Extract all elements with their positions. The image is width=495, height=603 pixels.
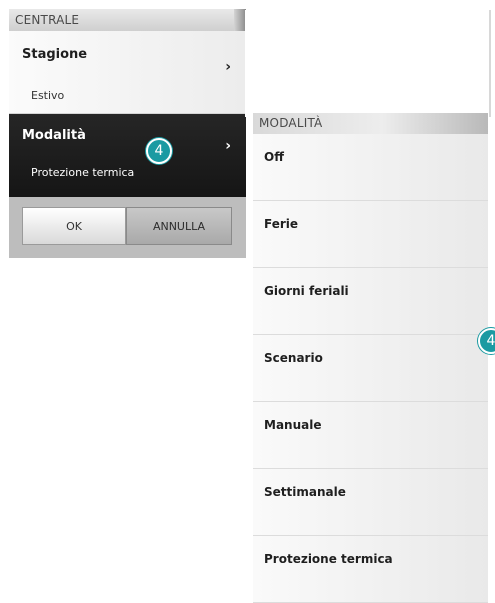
option-label: Giorni feriali (264, 284, 349, 298)
centrale-panel: CENTRALE Stagione › Estivo Modalità › Pr… (9, 9, 246, 258)
option-label: Scenario (264, 351, 323, 365)
chevron-right-icon: › (225, 59, 231, 75)
panel-header: MODALITÀ (253, 113, 488, 134)
option-label: Off (264, 150, 284, 164)
ok-button[interactable]: OK (22, 207, 126, 245)
option-label: Ferie (264, 217, 299, 231)
season-title: Stagione (22, 47, 88, 62)
option-label: Settimanale (264, 485, 346, 499)
season-value: Estivo (31, 89, 65, 102)
option-settimanale[interactable]: Settimanale (253, 469, 488, 536)
option-off[interactable]: Off (253, 134, 488, 201)
option-label: Manuale (264, 418, 322, 432)
modalita-panel: MODALITÀ Off Ferie Giorni feriali Scenar… (253, 113, 488, 603)
callout-badge: 4 (146, 138, 172, 164)
mode-title: Modalità (22, 128, 86, 143)
panel-frame (245, 10, 491, 117)
button-bar: OK ANNULLA (9, 197, 246, 258)
mode-value: Protezione termica (31, 166, 135, 179)
option-ferie[interactable]: Ferie (253, 201, 488, 268)
cancel-button[interactable]: ANNULLA (126, 207, 232, 245)
option-manuale[interactable]: Manuale (253, 402, 488, 469)
option-scenario[interactable]: Scenario (253, 335, 488, 402)
panel-header: CENTRALE (9, 9, 246, 31)
mode-row[interactable]: Modalità › Protezione termica (9, 114, 246, 197)
option-label: Protezione termica (264, 552, 393, 566)
option-giorni-feriali[interactable]: Giorni feriali (253, 268, 488, 335)
chevron-right-icon: › (225, 138, 231, 154)
season-row[interactable]: Stagione › Estivo (9, 31, 246, 114)
option-protezione-termica[interactable]: Protezione termica (253, 536, 488, 603)
mode-options-list: Off Ferie Giorni feriali Scenario Manual… (253, 134, 488, 603)
